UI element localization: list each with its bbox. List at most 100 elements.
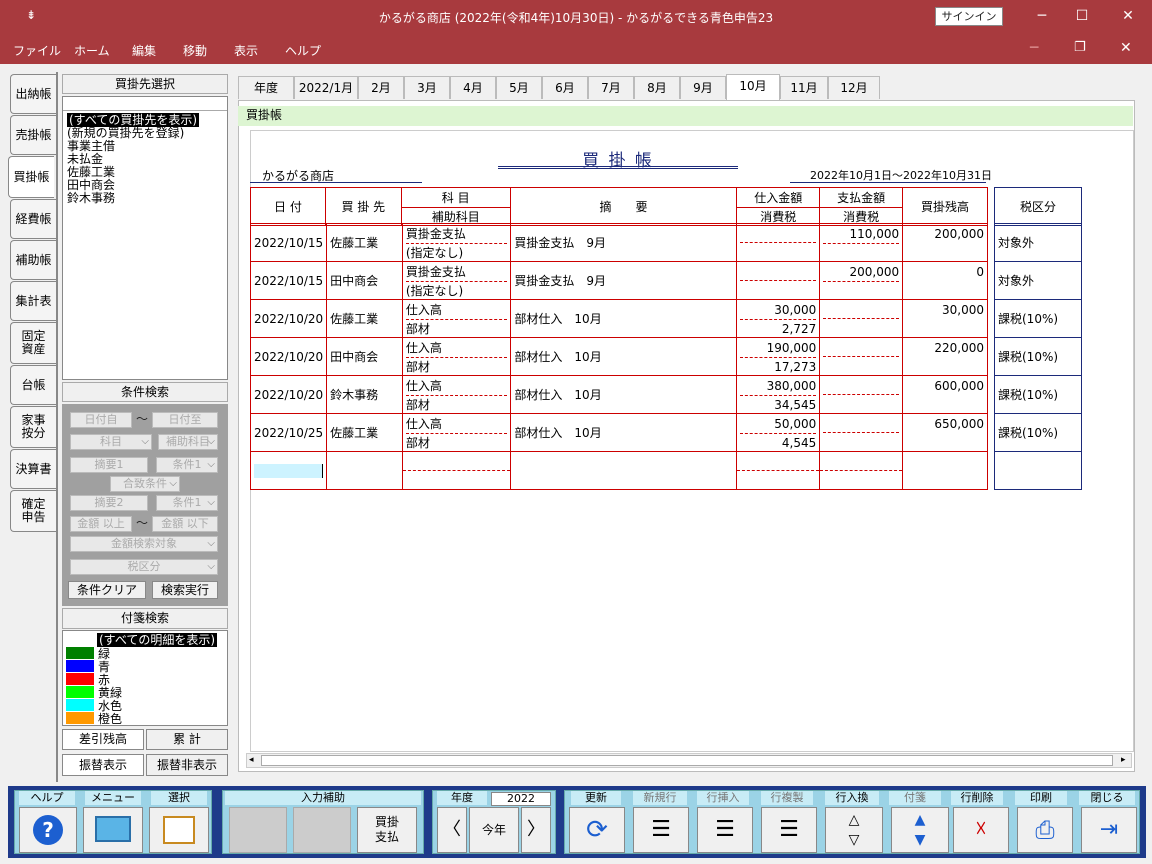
account-select[interactable]: 科目	[70, 434, 152, 450]
menu-button[interactable]	[83, 807, 143, 853]
memo1-field[interactable]: 摘要1	[70, 457, 148, 473]
select-button[interactable]	[149, 807, 209, 853]
nav-shuukei[interactable]: 集計表	[10, 281, 56, 321]
row-purchase-tax[interactable]: 4,545	[740, 432, 817, 452]
ledger-row[interactable]: 2022/10/20 佐藤工業 仕入高 部材 部材仕入 10月 30,000 2,727 30…	[249, 299, 988, 338]
new-row-button[interactable]: ☰	[633, 807, 689, 853]
tab-balance[interactable]: 差引残高	[62, 729, 144, 750]
run-search-button[interactable]: 検索実行	[152, 581, 218, 599]
clear-conditions-button[interactable]: 条件クリア	[68, 581, 146, 599]
new-entry-cell[interactable]	[402, 470, 511, 489]
swap-row-button[interactable]: △ ▽	[825, 807, 883, 853]
tab-month[interactable]: 6月	[542, 76, 588, 99]
row-payment[interactable]	[823, 377, 899, 395]
tab-month[interactable]: 5月	[496, 76, 542, 99]
row-sub-account[interactable]: 部材	[405, 356, 508, 376]
row-purchase[interactable]	[740, 225, 816, 243]
row-purchase-tax[interactable]	[740, 242, 817, 261]
tab-month[interactable]: 7月	[588, 76, 634, 99]
row-payment[interactable]	[823, 415, 899, 433]
amount-min-field[interactable]: 金額 以上	[70, 516, 132, 532]
row-balance[interactable]: 200,000	[902, 223, 988, 262]
row-purchase[interactable]: 380,000	[740, 377, 817, 395]
tab-month[interactable]: 9月	[680, 76, 726, 99]
tax-select[interactable]: 税区分	[70, 559, 218, 575]
row-account[interactable]: 仕入高	[406, 301, 508, 319]
print-button[interactable]: ⎙	[1017, 807, 1073, 853]
scroll-right-icon[interactable]: ▸	[1121, 755, 1126, 765]
new-entry-cell[interactable]	[737, 453, 819, 471]
year-field[interactable]: 2022	[491, 792, 551, 806]
row-balance[interactable]: 30,000	[902, 299, 988, 338]
row-taxclass[interactable]: 課税(10%)	[994, 375, 1082, 414]
tab-month[interactable]: 2月	[358, 76, 404, 99]
row-taxclass[interactable]: 対象外	[994, 261, 1082, 300]
tab-month[interactable]: 11月	[780, 76, 828, 99]
tab-month-active[interactable]: 10月	[726, 74, 780, 100]
tab-year[interactable]: 年度	[238, 76, 294, 99]
help-button[interactable]: ?	[19, 807, 77, 853]
amount-target-select[interactable]: 金額検索対象	[70, 536, 218, 552]
row-taxclass[interactable]: 課税(10%)	[994, 299, 1082, 338]
new-entry-taxclass[interactable]	[994, 451, 1082, 490]
row-account[interactable]: 買掛金支払	[406, 263, 508, 281]
tab-hide-transfer[interactable]: 振替非表示	[146, 754, 228, 776]
row-payment[interactable]: 200,000	[823, 263, 900, 281]
tab-month[interactable]: 12月	[828, 76, 880, 99]
row-purchase[interactable]: 50,000	[740, 415, 816, 433]
supplier-list[interactable]: (すべての買掛先を表示) (新規の買掛先を登録) 事業主借 未払金 佐藤工業 田…	[62, 96, 228, 380]
tab-month[interactable]: 4月	[450, 76, 496, 99]
child-restore-icon[interactable]: ❐	[1074, 40, 1086, 55]
ledger-row[interactable]: 2022/10/20 鈴木事務 仕入高 部材 部材仕入 10月 380,000 34,545…	[249, 375, 988, 414]
cond2-select[interactable]: 条件1	[156, 495, 218, 511]
row-sub-account[interactable]: (指定なし)	[405, 280, 508, 300]
row-purchase-tax[interactable]: 34,545	[740, 394, 817, 414]
row-purchase[interactable]: 190,000	[740, 339, 817, 357]
row-account[interactable]: 仕入高	[406, 339, 508, 357]
row-vendor[interactable]: 佐藤工業	[326, 413, 403, 452]
row-purchase[interactable]	[740, 263, 816, 281]
menu-edit[interactable]: 編集	[132, 42, 156, 59]
row-balance[interactable]: 220,000	[902, 337, 988, 376]
tab-month[interactable]: 8月	[634, 76, 680, 99]
new-entry-cell[interactable]	[403, 453, 511, 471]
row-balance[interactable]: 600,000	[902, 375, 988, 414]
nav-kaikake[interactable]: 買掛帳	[8, 156, 54, 198]
row-memo[interactable]: 買掛金支払 9月	[510, 223, 738, 262]
signin-button[interactable]: サインイン	[935, 7, 1003, 26]
row-memo[interactable]: 部材仕入 10月	[510, 375, 738, 414]
ledger-row[interactable]: 2022/10/15 田中商会 買掛金支払 (指定なし) 買掛金支払 9月 200,000…	[249, 261, 988, 300]
row-account[interactable]: 仕入高	[406, 415, 508, 433]
tab-show-transfer[interactable]: 振替表示	[62, 754, 144, 776]
supplier-item[interactable]: (すべての買掛先を表示)	[67, 113, 200, 127]
row-date[interactable]: 2022/10/20	[249, 375, 328, 414]
memo2-field[interactable]: 摘要2	[70, 495, 148, 511]
child-close-icon[interactable]: ✕	[1120, 40, 1132, 56]
row-sub-account[interactable]: 部材	[405, 394, 508, 414]
row-payment-tax[interactable]	[823, 432, 900, 451]
nav-hojo[interactable]: 補助帳	[10, 240, 56, 280]
new-entry-row[interactable]	[249, 451, 988, 490]
assist-slot-1[interactable]	[229, 807, 287, 853]
ledger-row[interactable]: 2022/10/15 佐藤工業 買掛金支払 (指定なし) 買掛金支払 9月 110,000…	[249, 223, 988, 262]
sub-account-select[interactable]: 補助科目	[158, 434, 218, 450]
row-payment-tax[interactable]	[823, 318, 900, 337]
new-entry-cell[interactable]	[510, 451, 738, 490]
row-taxclass[interactable]: 課税(10%)	[994, 337, 1082, 376]
row-date[interactable]: 2022/10/20	[249, 337, 328, 376]
row-date[interactable]: 2022/10/15	[249, 223, 328, 262]
minimize-icon[interactable]: ─	[1030, 6, 1054, 26]
copy-row-button[interactable]: ☰	[761, 807, 817, 853]
row-sub-account[interactable]: 部材	[405, 318, 508, 338]
tag-item-all[interactable]: (すべての明細を表示)	[97, 633, 218, 647]
tab-month[interactable]: 2022/1月	[294, 76, 358, 99]
this-year-button[interactable]: 今年	[469, 807, 519, 853]
row-payment-tax[interactable]	[823, 280, 900, 299]
horizontal-scrollbar[interactable]: ◂ ▸	[246, 753, 1132, 768]
nav-suitouchou[interactable]: 出納帳	[10, 74, 56, 114]
row-date[interactable]: 2022/10/25	[249, 413, 328, 452]
scroll-left-icon[interactable]: ◂	[249, 755, 254, 765]
nav-kaji-anbun[interactable]: 家事 按分	[10, 406, 56, 448]
menu-help[interactable]: ヘルプ	[285, 42, 321, 59]
nav-urikake[interactable]: 売掛帳	[10, 115, 56, 155]
